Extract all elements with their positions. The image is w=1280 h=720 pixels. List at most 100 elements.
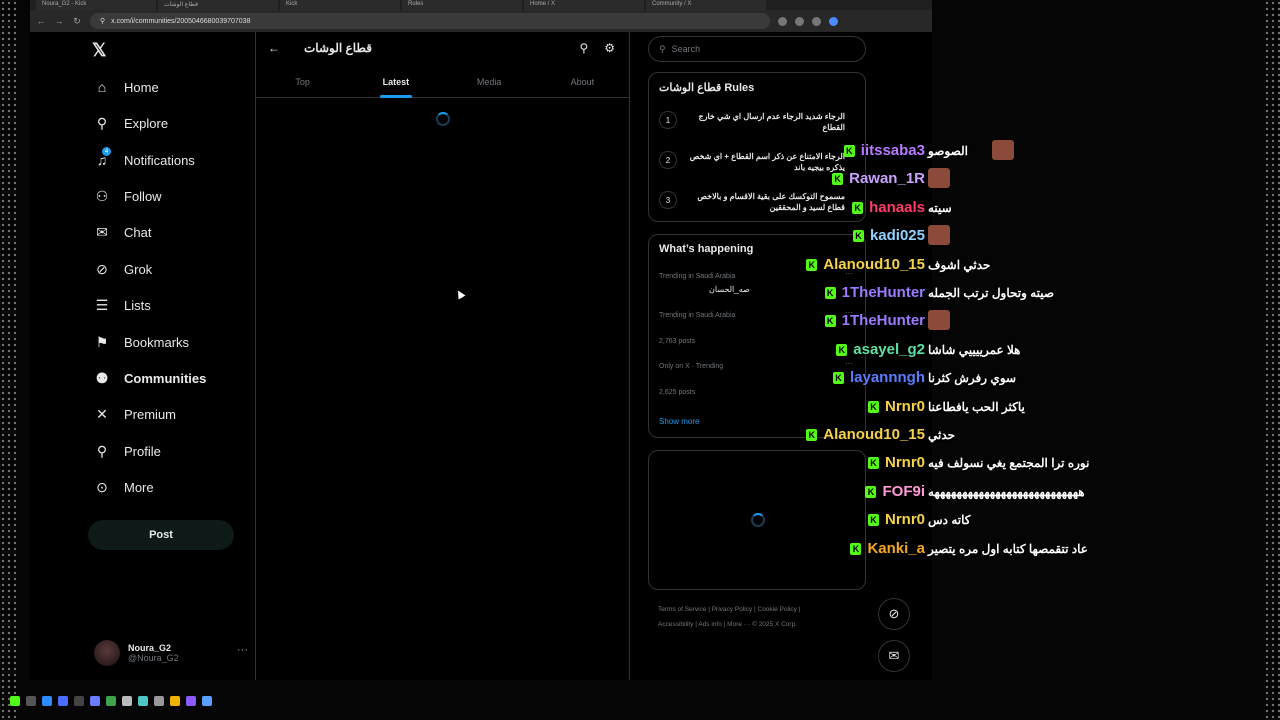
footer-link[interactable]: Ads info [698, 621, 722, 628]
footer-link[interactable]: Cookie Policy [758, 606, 797, 613]
address-bar[interactable]: ⚲ x.com/i/communities/200504668003970703… [90, 13, 770, 29]
app-icon[interactable] [202, 696, 212, 706]
chat-text: سيته [928, 200, 952, 215]
site-info-icon[interactable]: ⚲ [100, 17, 105, 25]
browser-tab[interactable]: Noura_G2 - Kick [36, 0, 156, 10]
nav-item-communities[interactable]: ⚉ Communities [94, 364, 207, 392]
url-text: x.com/i/communities/2005046680039707038 [111, 17, 251, 25]
chat-username[interactable]: layannngh [850, 369, 925, 386]
tab-about[interactable]: About [536, 66, 629, 97]
nav-label: Profile [124, 443, 161, 459]
chat-username[interactable]: Kanki_a [867, 540, 925, 557]
footer-link[interactable]: Terms of Service [658, 606, 706, 613]
account-switcher[interactable]: Noura_G2 @Noura_G2 ··· [94, 638, 248, 668]
nav-item-home[interactable]: ⌂ Home [94, 73, 159, 101]
search-input[interactable]: ⚲ Search [648, 36, 866, 62]
chat-username[interactable]: 1TheHunter [842, 284, 925, 301]
loading-spinner [751, 513, 765, 527]
chat-username[interactable]: 1TheHunter [842, 312, 925, 329]
extension-icon[interactable] [778, 16, 787, 26]
trend-post-count: 2,763 posts [659, 338, 696, 345]
copyright: © 2025 X Corp. [752, 621, 797, 628]
app-icon[interactable] [26, 696, 36, 706]
nav-item-notifications[interactable]: ♫ 4 Notifications [94, 146, 195, 174]
x-logo-icon[interactable]: 𝕏 [92, 40, 107, 61]
trend-context[interactable]: Trending in Saudi Arabia [659, 312, 735, 319]
chat-username[interactable]: iitssaba3 [861, 142, 925, 159]
kick-badge-icon: K [832, 372, 844, 385]
chat-username[interactable]: Alanoud10_15 [823, 426, 925, 443]
chat-text: هلا عمرييييي شاشا [928, 342, 1021, 357]
profile-icon[interactable] [829, 16, 838, 26]
kick-app-icon[interactable] [10, 696, 20, 706]
chrome-icon[interactable] [170, 696, 180, 706]
trend-context[interactable]: Trending in Saudi Arabia [659, 273, 735, 280]
chat-text: هههههههههههههههههههههههههههه [928, 484, 1085, 499]
more-circle-icon: ⊙ [96, 478, 108, 495]
nav-item-chat[interactable]: ✉ Chat [94, 218, 151, 246]
kick-badge-icon: K [852, 201, 864, 214]
nav-item-bookmarks[interactable]: ⚑ Bookmarks [94, 328, 189, 356]
browser-tab[interactable]: قطاع الوشات [158, 0, 278, 10]
search-icon[interactable]: ⚲ [579, 41, 588, 55]
nav-item-profile[interactable]: ⚲ Profile [94, 437, 161, 465]
footer-link[interactable]: More ··· [727, 621, 750, 628]
footer-link[interactable]: Privacy Policy [712, 606, 752, 613]
browser-tab[interactable]: Rules [402, 0, 522, 10]
nav-label: Communities [124, 370, 207, 386]
back-arrow-icon[interactable]: ← [36, 16, 46, 26]
nav-item-grok[interactable]: ⊘ Grok [94, 255, 152, 283]
rule-item[interactable]: 1 الرجاء شديد الرجاء عدم ارسال اي شي خار… [659, 111, 855, 133]
chat-message: iitssaba3 الصوصو K [770, 140, 1190, 166]
back-arrow-icon[interactable]: ← [268, 41, 288, 55]
app-icon[interactable] [58, 696, 68, 706]
nav-label: More [124, 479, 154, 495]
trend-name[interactable]: صه_الحسان [709, 285, 750, 294]
chat-username[interactable]: hanaals [869, 199, 925, 216]
tab-latest[interactable]: Latest [349, 66, 442, 97]
app-icon[interactable] [154, 696, 164, 706]
extension-icon[interactable] [795, 16, 804, 26]
reload-icon[interactable]: ↻ [72, 16, 82, 27]
chat-text: عاد تتقمصها كتابه اول مره يتصير [928, 541, 1088, 556]
nav-item-more[interactable]: ⊙ More [94, 473, 154, 501]
footer-link[interactable]: Accessibility [658, 621, 693, 628]
chat-username[interactable]: Nrnr0 [885, 511, 925, 528]
app-icon[interactable] [42, 696, 52, 706]
chat-username[interactable]: Rawan_1R [849, 170, 925, 187]
post-button[interactable]: Post [88, 520, 234, 550]
chat-username[interactable]: kadi025 [870, 227, 925, 244]
app-icon[interactable] [90, 696, 100, 706]
browser-tab[interactable]: Community / X [646, 0, 766, 10]
messages-fab-icon[interactable]: ✉ [878, 640, 910, 672]
person-icon: ⚲ [96, 442, 108, 459]
app-icon[interactable] [106, 696, 116, 706]
trend-context[interactable]: Only on X · Trending [659, 363, 723, 370]
tab-top[interactable]: Top [256, 66, 349, 97]
show-more-link[interactable]: Show more [659, 417, 699, 426]
chat-username[interactable]: Alanoud10_15 [823, 256, 925, 273]
nav-item-follow[interactable]: ⚇ Follow [94, 182, 162, 210]
app-icon[interactable] [74, 696, 84, 706]
app-icon[interactable] [138, 696, 148, 706]
chat-username[interactable]: Nrnr0 [885, 454, 925, 471]
chat-username[interactable]: asayel_g2 [853, 341, 925, 358]
chat-username[interactable]: FOF9i [882, 483, 925, 500]
gear-icon[interactable]: ⚙ [604, 41, 615, 55]
grok-fab-icon[interactable]: ⊘ [878, 598, 910, 630]
tab-media[interactable]: Media [443, 66, 536, 97]
extension-icon[interactable] [812, 16, 821, 26]
kick-badge-icon: K [850, 542, 862, 555]
nav-item-premium[interactable]: ✕ Premium [94, 400, 176, 428]
nav-item-explore[interactable]: ⚲ Explore [94, 109, 168, 137]
more-horizontal-icon[interactable]: ··· [237, 644, 248, 656]
forward-arrow-icon[interactable]: → [54, 16, 64, 26]
chat-username[interactable]: Nrnr0 [885, 398, 925, 415]
app-icon[interactable] [122, 696, 132, 706]
browser-tab[interactable]: Home / X [524, 0, 644, 10]
app-icon[interactable] [186, 696, 196, 706]
bookmark-icon: ⚑ [95, 333, 109, 350]
chat-text: سوي رفرش كثرنا [928, 371, 1017, 386]
nav-item-lists[interactable]: ☰ Lists [94, 291, 151, 319]
browser-tab[interactable]: Kick [280, 0, 400, 10]
